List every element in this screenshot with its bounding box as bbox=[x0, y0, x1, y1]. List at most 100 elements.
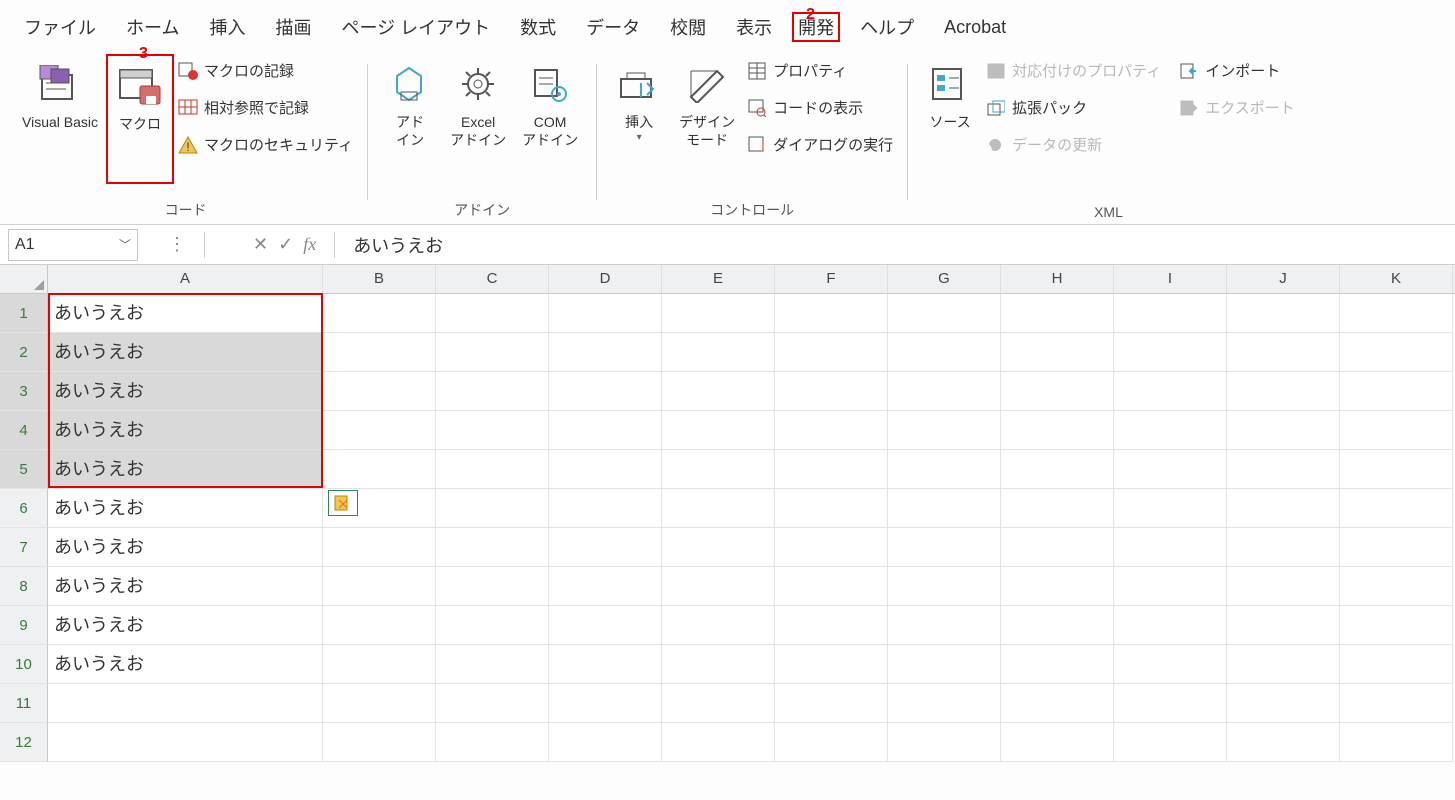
menu-item-9[interactable]: 開発 bbox=[792, 12, 840, 42]
cell-F1[interactable] bbox=[775, 294, 888, 333]
cell-F6[interactable] bbox=[775, 489, 888, 528]
cell-I2[interactable] bbox=[1114, 333, 1227, 372]
cell-D11[interactable] bbox=[549, 684, 662, 723]
cell-A6[interactable]: あいうえお bbox=[48, 489, 323, 528]
cell-B1[interactable] bbox=[323, 294, 436, 333]
row-header-2[interactable]: 2 bbox=[0, 333, 48, 372]
cell-A9[interactable]: あいうえお bbox=[48, 606, 323, 645]
cell-J1[interactable] bbox=[1227, 294, 1340, 333]
cell-D8[interactable] bbox=[549, 567, 662, 606]
cell-D9[interactable] bbox=[549, 606, 662, 645]
run-dialog-button[interactable]: ! ダイアログの実行 bbox=[747, 134, 893, 155]
cell-J8[interactable] bbox=[1227, 567, 1340, 606]
cell-G3[interactable] bbox=[888, 372, 1001, 411]
cell-C3[interactable] bbox=[436, 372, 549, 411]
name-box[interactable]: A1 ﹀ bbox=[8, 229, 138, 261]
relative-ref-button[interactable]: 相対参照で記録 bbox=[178, 97, 353, 118]
menu-item-0[interactable]: ファイル bbox=[14, 12, 106, 42]
row-header-3[interactable]: 3 bbox=[0, 372, 48, 411]
cell-K11[interactable] bbox=[1340, 684, 1453, 723]
cell-C1[interactable] bbox=[436, 294, 549, 333]
cell-F5[interactable] bbox=[775, 450, 888, 489]
cell-A12[interactable] bbox=[48, 723, 323, 762]
cell-E8[interactable] bbox=[662, 567, 775, 606]
row-header-11[interactable]: 11 bbox=[0, 684, 48, 723]
menu-item-8[interactable]: 表示 bbox=[726, 12, 782, 42]
cell-I6[interactable] bbox=[1114, 489, 1227, 528]
cell-H11[interactable] bbox=[1001, 684, 1114, 723]
cell-J12[interactable] bbox=[1227, 723, 1340, 762]
cell-B3[interactable] bbox=[323, 372, 436, 411]
cell-B2[interactable] bbox=[323, 333, 436, 372]
menu-item-4[interactable]: ページ レイアウト bbox=[331, 12, 500, 42]
row-header-10[interactable]: 10 bbox=[0, 645, 48, 684]
cell-A11[interactable] bbox=[48, 684, 323, 723]
cell-F7[interactable] bbox=[775, 528, 888, 567]
cell-B9[interactable] bbox=[323, 606, 436, 645]
cell-C2[interactable] bbox=[436, 333, 549, 372]
row-header-8[interactable]: 8 bbox=[0, 567, 48, 606]
cell-D2[interactable] bbox=[549, 333, 662, 372]
cell-G4[interactable] bbox=[888, 411, 1001, 450]
cell-G6[interactable] bbox=[888, 489, 1001, 528]
cell-B11[interactable] bbox=[323, 684, 436, 723]
column-header-D[interactable]: D bbox=[549, 265, 662, 293]
cell-D7[interactable] bbox=[549, 528, 662, 567]
cell-G11[interactable] bbox=[888, 684, 1001, 723]
column-header-B[interactable]: B bbox=[323, 265, 436, 293]
cell-D10[interactable] bbox=[549, 645, 662, 684]
cell-H8[interactable] bbox=[1001, 567, 1114, 606]
cell-C4[interactable] bbox=[436, 411, 549, 450]
cell-K6[interactable] bbox=[1340, 489, 1453, 528]
column-header-I[interactable]: I bbox=[1114, 265, 1227, 293]
cell-K1[interactable] bbox=[1340, 294, 1453, 333]
paste-options-icon[interactable] bbox=[328, 490, 358, 516]
addin-button[interactable]: アド イン bbox=[378, 54, 442, 184]
cell-C12[interactable] bbox=[436, 723, 549, 762]
cell-H7[interactable] bbox=[1001, 528, 1114, 567]
column-header-G[interactable]: G bbox=[888, 265, 1001, 293]
formula-bar[interactable]: あいうえお bbox=[353, 232, 443, 258]
cell-A1[interactable]: あいうえお bbox=[48, 294, 323, 333]
more-icon[interactable]: ⋮ bbox=[168, 234, 186, 255]
chevron-down-icon[interactable]: ﹀ bbox=[119, 236, 131, 253]
menu-item-11[interactable]: Acrobat bbox=[934, 15, 1016, 40]
cell-K7[interactable] bbox=[1340, 528, 1453, 567]
cell-B12[interactable] bbox=[323, 723, 436, 762]
cell-J3[interactable] bbox=[1227, 372, 1340, 411]
cell-A7[interactable]: あいうえお bbox=[48, 528, 323, 567]
cell-J11[interactable] bbox=[1227, 684, 1340, 723]
enter-icon[interactable]: ✓ bbox=[278, 234, 293, 255]
cell-D1[interactable] bbox=[549, 294, 662, 333]
cell-D3[interactable] bbox=[549, 372, 662, 411]
cell-G2[interactable] bbox=[888, 333, 1001, 372]
insert-control-button[interactable]: 挿入 ▾ bbox=[607, 54, 671, 184]
com-addin-button[interactable]: COM アドイン bbox=[514, 54, 586, 184]
cell-I10[interactable] bbox=[1114, 645, 1227, 684]
cell-J4[interactable] bbox=[1227, 411, 1340, 450]
cell-F3[interactable] bbox=[775, 372, 888, 411]
cell-J5[interactable] bbox=[1227, 450, 1340, 489]
menu-item-6[interactable]: データ bbox=[576, 12, 650, 42]
cell-K8[interactable] bbox=[1340, 567, 1453, 606]
cell-I5[interactable] bbox=[1114, 450, 1227, 489]
cell-A4[interactable]: あいうえお bbox=[48, 411, 323, 450]
cell-E12[interactable] bbox=[662, 723, 775, 762]
cell-G7[interactable] bbox=[888, 528, 1001, 567]
cell-K4[interactable] bbox=[1340, 411, 1453, 450]
cell-F8[interactable] bbox=[775, 567, 888, 606]
column-header-C[interactable]: C bbox=[436, 265, 549, 293]
row-header-7[interactable]: 7 bbox=[0, 528, 48, 567]
cell-D6[interactable] bbox=[549, 489, 662, 528]
macro-button[interactable]: マクロ bbox=[106, 54, 174, 184]
column-header-A[interactable]: A bbox=[48, 265, 323, 293]
cell-F9[interactable] bbox=[775, 606, 888, 645]
record-macro-button[interactable]: マクロの記録 bbox=[178, 60, 353, 81]
cell-G9[interactable] bbox=[888, 606, 1001, 645]
cell-I8[interactable] bbox=[1114, 567, 1227, 606]
menu-item-5[interactable]: 数式 bbox=[510, 12, 566, 42]
cell-F2[interactable] bbox=[775, 333, 888, 372]
cell-C5[interactable] bbox=[436, 450, 549, 489]
select-all-corner[interactable] bbox=[0, 265, 48, 293]
cell-K2[interactable] bbox=[1340, 333, 1453, 372]
